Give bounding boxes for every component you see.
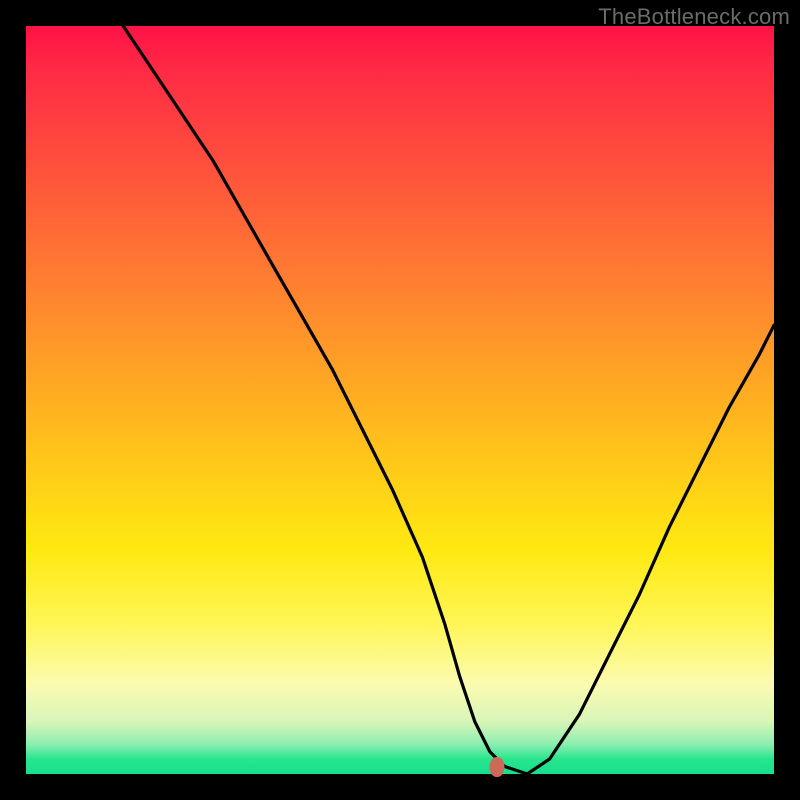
minimum-marker-icon bbox=[490, 757, 505, 777]
chart-frame: TheBottleneck.com bbox=[0, 0, 800, 800]
bottleneck-curve bbox=[26, 26, 774, 774]
plot-area bbox=[26, 26, 774, 774]
